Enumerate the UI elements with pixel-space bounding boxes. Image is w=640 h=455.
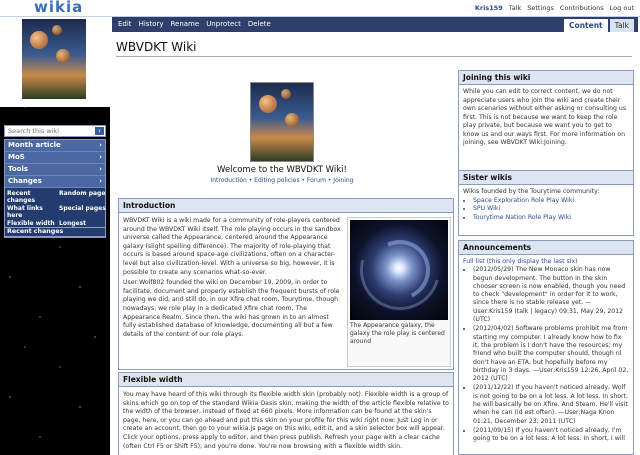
introduction-text: WBVDKT Wiki is a wiki made for a communi… <box>123 217 341 341</box>
logout-link[interactable]: Log out <box>610 4 634 12</box>
full-list-link[interactable]: Full list (this only display the last si… <box>463 258 629 266</box>
chevron-right-icon: › <box>99 177 102 185</box>
announcements-list: (2012/05/29) The New Monaco skin has now… <box>473 266 629 443</box>
search-input[interactable] <box>5 126 93 136</box>
nav-changes[interactable]: Changes › <box>5 176 105 188</box>
random-page-link[interactable]: Random page <box>59 190 107 204</box>
welcome-section: Welcome to the WBVDKT Wiki! Introduction… <box>152 82 412 184</box>
edit-action[interactable]: Edit <box>118 20 132 28</box>
search-button[interactable]: › <box>95 127 104 135</box>
sister-intro: Wikis founded by the Tourytime community… <box>463 188 600 195</box>
galaxy-caption: The Appearance galaxy, the galaxy the ro… <box>350 322 445 345</box>
talk-link[interactable]: Talk <box>509 4 521 12</box>
title-divider <box>116 56 632 57</box>
announcements-heading: Announcements <box>459 241 633 255</box>
joining-heading: Joining this wiki <box>459 71 633 85</box>
sister-link[interactable]: Tourytime Nation Role Play Wiki <box>473 214 629 223</box>
nav-label: Changes <box>8 177 42 185</box>
special-pages-link[interactable]: Special pages <box>59 205 107 219</box>
announcements-body: Full list (this only display the last si… <box>459 255 633 448</box>
unprotect-action[interactable]: Unprotect <box>206 20 241 28</box>
galaxy-image[interactable] <box>350 220 448 320</box>
nav-tools[interactable]: Tools › <box>5 164 105 176</box>
galaxy-figure: The Appearance galaxy, the galaxy the ro… <box>347 217 451 367</box>
nav-label: Tools <box>8 165 29 173</box>
sister-wikis-body: Wikis founded by the Tourytime community… <box>459 185 633 225</box>
user-link[interactable]: Kris159 <box>475 4 503 12</box>
nav-label: MoS <box>8 153 25 161</box>
nav-label: Month article <box>8 141 61 149</box>
main-content: WBVDKT Wiki Welcome to the WBVDKT Wiki! … <box>112 32 638 455</box>
history-action[interactable]: History <box>139 20 164 28</box>
introduction-heading: Introduction <box>119 199 453 213</box>
page-actions: Edit History Rename Unprotect Delete <box>118 20 271 28</box>
tab-content[interactable]: Content <box>564 19 608 32</box>
announcements-box: Announcements Full list (this only displ… <box>458 240 634 455</box>
tab-talk[interactable]: Talk <box>609 19 634 32</box>
welcome-title: Welcome to the WBVDKT Wiki! <box>217 165 347 175</box>
recent-changes-link[interactable]: Recent changes <box>7 190 59 204</box>
intro-paragraph-2: User:Wolf802 founded the wiki on Decembe… <box>123 279 340 338</box>
rename-action[interactable]: Rename <box>170 20 199 28</box>
sister-wikis-box: Sister wikis Wikis founded by the Touryt… <box>458 170 634 236</box>
welcome-image[interactable] <box>250 82 314 162</box>
sister-link[interactable]: SPU Wiki <box>473 205 629 214</box>
delete-action[interactable]: Delete <box>248 20 271 28</box>
search-box: › <box>4 125 106 137</box>
flexible-width-heading: Flexible width <box>119 373 453 387</box>
joining-text: While you can edit to correct content, w… <box>463 88 627 146</box>
chevron-right-icon: › <box>99 141 102 149</box>
announcement-item: (2011/09/15) If you haven't noticed alre… <box>473 427 629 444</box>
flexible-width-box: Flexible width You may have heard of thi… <box>118 372 454 455</box>
page-action-bar: Edit History Rename Unprotect Delete Con… <box>112 17 638 32</box>
wikia-logo[interactable]: wikia <box>34 0 83 16</box>
nav-mos[interactable]: MoS › <box>5 152 105 164</box>
settings-link[interactable]: Settings <box>527 4 554 12</box>
what-links-here-link[interactable]: What links here <box>7 205 59 219</box>
wiki-logo-image[interactable] <box>0 17 110 107</box>
flexible-width-text: You may have heard of this wiki through … <box>123 391 449 450</box>
announcement-item: (2011/12/22) If you haven't noticed alre… <box>473 384 629 425</box>
page-title: WBVDKT Wiki <box>116 40 197 54</box>
user-links: Kris159 Talk Settings Contributions Log … <box>475 4 634 12</box>
announcement-item: (2012/04/02) Software problems prohibit … <box>473 325 629 383</box>
welcome-links[interactable]: Introduction • Editing policies • Forum … <box>152 177 412 184</box>
left-sidebar: › Month article › MoS › Tools › Changes › Re… <box>0 17 110 455</box>
top-bar: wikia Kris159 Talk Settings Contribution… <box>0 0 640 17</box>
chevron-right-icon: › <box>99 153 102 161</box>
nav-month-article[interactable]: Month article › <box>5 140 105 152</box>
view-tabs: Content Talk <box>564 19 634 32</box>
contributions-link[interactable]: Contributions <box>560 4 604 12</box>
sister-link[interactable]: Space Exploration Role Play Wiki <box>473 197 629 206</box>
recent-changes-widget[interactable]: Recent changes <box>4 227 106 237</box>
sister-list: Space Exploration Role Play Wiki SPU Wik… <box>473 197 629 223</box>
intro-paragraph-1: WBVDKT Wiki is a wiki made for a communi… <box>123 217 341 276</box>
navigation-box: Month article › MoS › Tools › Changes › Rece… <box>4 139 106 238</box>
announcement-item: (2012/05/29) The New Monaco skin has now… <box>473 266 629 324</box>
sister-wikis-heading: Sister wikis <box>459 171 633 185</box>
introduction-box: Introduction WBVDKT Wiki is a wiki made … <box>118 198 454 370</box>
chevron-right-icon: › <box>99 165 102 173</box>
